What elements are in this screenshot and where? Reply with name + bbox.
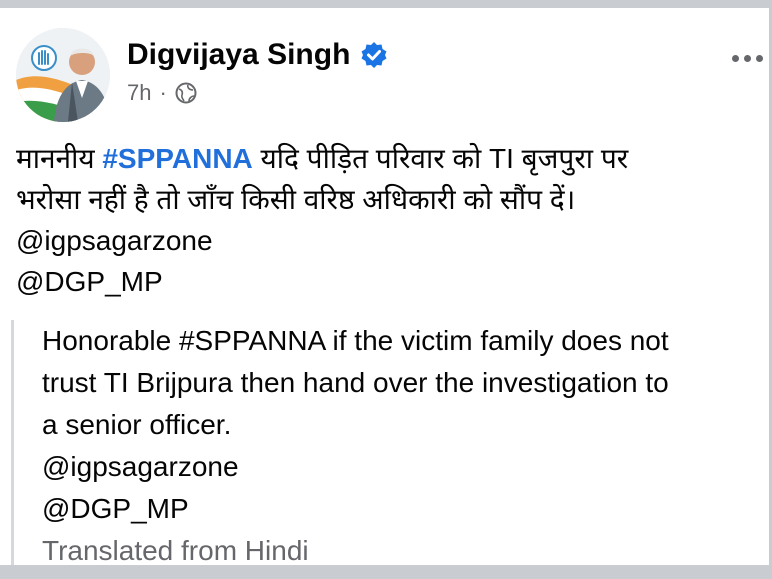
hindi-line-1-end: यदि पीड़ित परिवार को TI बृजपुरा पर xyxy=(252,143,629,174)
post-meta: 7h · xyxy=(127,80,197,106)
more-dot xyxy=(755,54,763,62)
translation-mention-igpsagarzone[interactable]: @igpsagarzone xyxy=(42,446,762,488)
translation-line-1: Honorable #SPPANNA if the victim family … xyxy=(42,325,669,356)
avatar-image xyxy=(16,28,110,122)
bottom-divider xyxy=(0,565,772,579)
globe-icon[interactable] xyxy=(175,82,197,104)
meta-separator: · xyxy=(159,80,167,105)
hindi-line-2: भरोसा नहीं है तो जाँच किसी वरिष्ठ अधिकार… xyxy=(16,184,576,215)
more-options-icon[interactable] xyxy=(727,46,767,70)
translation-mention-dgp-mp[interactable]: @DGP_MP xyxy=(42,488,762,530)
mention-dgp-mp[interactable]: @DGP_MP xyxy=(16,261,756,302)
avatar[interactable] xyxy=(16,28,110,122)
post-text-hindi: माननीय #SPPANNA यदि पीड़ित परिवार को TI … xyxy=(16,138,756,302)
translation-block: Honorable #SPPANNA if the victim family … xyxy=(11,320,764,566)
more-dot xyxy=(731,54,739,62)
translation-line-3: a senior officer. xyxy=(42,409,232,440)
hashtag-link[interactable]: #SPPANNA xyxy=(102,143,252,174)
post-timestamp[interactable]: 7h xyxy=(127,80,151,106)
translation-line-2: trust TI Brijpura then hand over the inv… xyxy=(42,367,669,398)
translation-text: Honorable #SPPANNA if the victim family … xyxy=(42,320,762,572)
author-header: Digvijaya Singh xyxy=(127,38,388,72)
author-name[interactable]: Digvijaya Singh xyxy=(127,38,350,72)
mention-igpsagarzone[interactable]: @igpsagarzone xyxy=(16,220,756,261)
hindi-line-1-start: माननीय xyxy=(16,143,103,174)
facebook-post: Digvijaya Singh 7h · माननीय #SPPANNA यदि… xyxy=(0,8,769,566)
top-divider xyxy=(0,0,772,8)
hindi-line-1: माननीय #SPPANNA यदि पीड़ित परिवार को TI … xyxy=(16,138,756,179)
verified-badge-icon xyxy=(361,42,387,68)
more-dot xyxy=(743,54,751,62)
